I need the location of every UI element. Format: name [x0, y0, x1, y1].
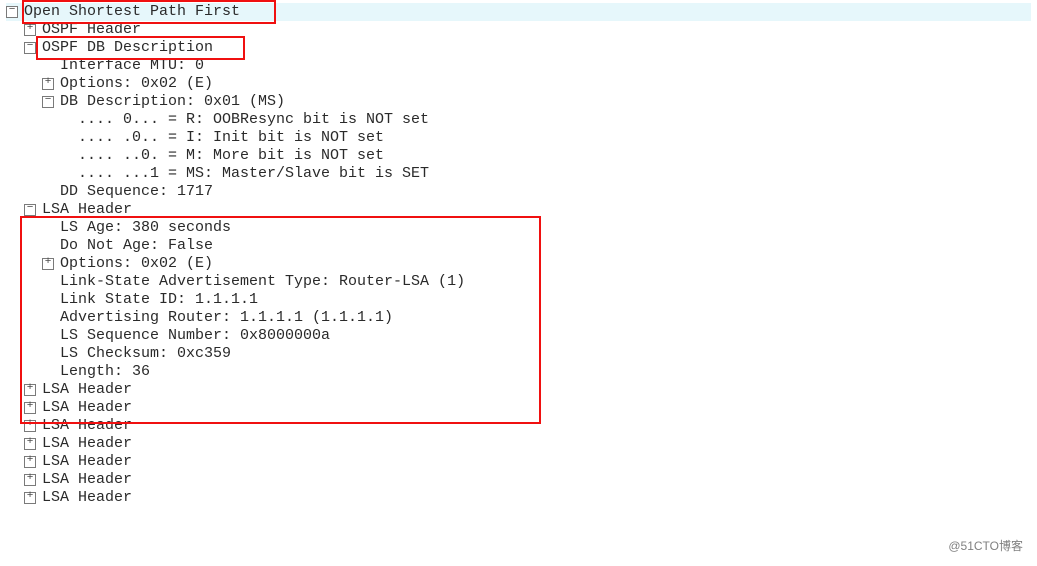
- tree-label: LSA Header: [42, 471, 132, 489]
- tree-node-bit-r[interactable]: .... 0... = R: OOBResync bit is NOT set: [6, 111, 1031, 129]
- expand-icon[interactable]: [24, 420, 36, 432]
- tree-node-ls-checksum[interactable]: LS Checksum: 0xc359: [6, 345, 1031, 363]
- tree-node-bit-i[interactable]: .... .0.. = I: Init bit is NOT set: [6, 129, 1031, 147]
- tree-label: DD Sequence: 1717: [42, 183, 213, 201]
- tree-label: Options: 0x02 (E): [60, 255, 213, 273]
- tree-node-db-desc-flags[interactable]: DB Description: 0x01 (MS): [6, 93, 1031, 111]
- tree-label: Open Shortest Path First: [24, 3, 240, 21]
- tree-label: DB Description: 0x01 (MS): [60, 93, 285, 111]
- tree-label: LSA Header: [42, 381, 132, 399]
- tree-label: OSPF Header: [42, 21, 141, 39]
- expand-icon[interactable]: [24, 438, 36, 450]
- collapse-icon[interactable]: [24, 42, 36, 54]
- tree-node-interface-mtu[interactable]: Interface MTU: 0: [6, 57, 1031, 75]
- tree-node-ospf-header[interactable]: OSPF Header: [6, 21, 1031, 39]
- tree-node-do-not-age[interactable]: Do Not Age: False: [6, 237, 1031, 255]
- tree-node-lsa-header[interactable]: LSA Header: [6, 435, 1031, 453]
- tree-node-lsa-header[interactable]: LSA Header: [6, 399, 1031, 417]
- tree-label: .... .0.. = I: Init bit is NOT set: [78, 129, 384, 147]
- collapse-icon[interactable]: [24, 204, 36, 216]
- tree-label: LS Age: 380 seconds: [42, 219, 231, 237]
- tree-node-db-description[interactable]: OSPF DB Description: [6, 39, 1031, 57]
- tree-node-root[interactable]: Open Shortest Path First: [6, 3, 1031, 21]
- tree-label: LSA Header: [42, 489, 132, 507]
- tree-node-lsa-options[interactable]: Options: 0x02 (E): [6, 255, 1031, 273]
- tree-label: Link-State Advertisement Type: Router-LS…: [42, 273, 465, 291]
- packet-tree: Open Shortest Path First OSPF Header OSP…: [0, 0, 1037, 513]
- tree-node-length[interactable]: Length: 36: [6, 363, 1031, 381]
- tree-label: LSA Header: [42, 435, 132, 453]
- tree-node-options[interactable]: Options: 0x02 (E): [6, 75, 1031, 93]
- expand-icon[interactable]: [42, 78, 54, 90]
- tree-label: LS Sequence Number: 0x8000000a: [42, 327, 330, 345]
- tree-label: Link State ID: 1.1.1.1: [42, 291, 258, 309]
- tree-node-dd-sequence[interactable]: DD Sequence: 1717: [6, 183, 1031, 201]
- tree-label: Options: 0x02 (E): [60, 75, 213, 93]
- tree-node-advertising-router[interactable]: Advertising Router: 1.1.1.1 (1.1.1.1): [6, 309, 1031, 327]
- tree-label: LSA Header: [42, 399, 132, 417]
- collapse-icon[interactable]: [6, 6, 18, 18]
- tree-label: Advertising Router: 1.1.1.1 (1.1.1.1): [42, 309, 393, 327]
- tree-label: .... ..0. = M: More bit is NOT set: [78, 147, 384, 165]
- expand-icon[interactable]: [24, 492, 36, 504]
- tree-label: LSA Header: [42, 201, 132, 219]
- tree-node-lsa-header[interactable]: LSA Header: [6, 489, 1031, 507]
- tree-label: .... ...1 = MS: Master/Slave bit is SET: [78, 165, 429, 183]
- expand-icon[interactable]: [42, 258, 54, 270]
- tree-label: Interface MTU: 0: [42, 57, 204, 75]
- expand-icon[interactable]: [24, 456, 36, 468]
- tree-node-lsa-header[interactable]: LSA Header: [6, 381, 1031, 399]
- collapse-icon[interactable]: [42, 96, 54, 108]
- tree-node-lsa-header[interactable]: LSA Header: [6, 453, 1031, 471]
- tree-node-lsa-type[interactable]: Link-State Advertisement Type: Router-LS…: [6, 273, 1031, 291]
- tree-node-lsa-header-expanded[interactable]: LSA Header: [6, 201, 1031, 219]
- tree-label: .... 0... = R: OOBResync bit is NOT set: [78, 111, 429, 129]
- expand-icon[interactable]: [24, 474, 36, 486]
- expand-icon[interactable]: [24, 384, 36, 396]
- tree-node-lsa-header[interactable]: LSA Header: [6, 471, 1031, 489]
- tree-label: Length: 36: [42, 363, 150, 381]
- tree-label: LSA Header: [42, 417, 132, 435]
- tree-node-lsa-header[interactable]: LSA Header: [6, 417, 1031, 435]
- tree-node-link-state-id[interactable]: Link State ID: 1.1.1.1: [6, 291, 1031, 309]
- tree-label: LSA Header: [42, 453, 132, 471]
- tree-label: LS Checksum: 0xc359: [42, 345, 231, 363]
- watermark: @51CTO博客: [948, 537, 1023, 554]
- tree-node-bit-m[interactable]: .... ..0. = M: More bit is NOT set: [6, 147, 1031, 165]
- tree-node-bit-ms[interactable]: .... ...1 = MS: Master/Slave bit is SET: [6, 165, 1031, 183]
- tree-label: Do Not Age: False: [42, 237, 213, 255]
- expand-icon[interactable]: [24, 24, 36, 36]
- expand-icon[interactable]: [24, 402, 36, 414]
- tree-label: OSPF DB Description: [42, 39, 213, 57]
- tree-node-ls-sequence[interactable]: LS Sequence Number: 0x8000000a: [6, 327, 1031, 345]
- tree-node-ls-age[interactable]: LS Age: 380 seconds: [6, 219, 1031, 237]
